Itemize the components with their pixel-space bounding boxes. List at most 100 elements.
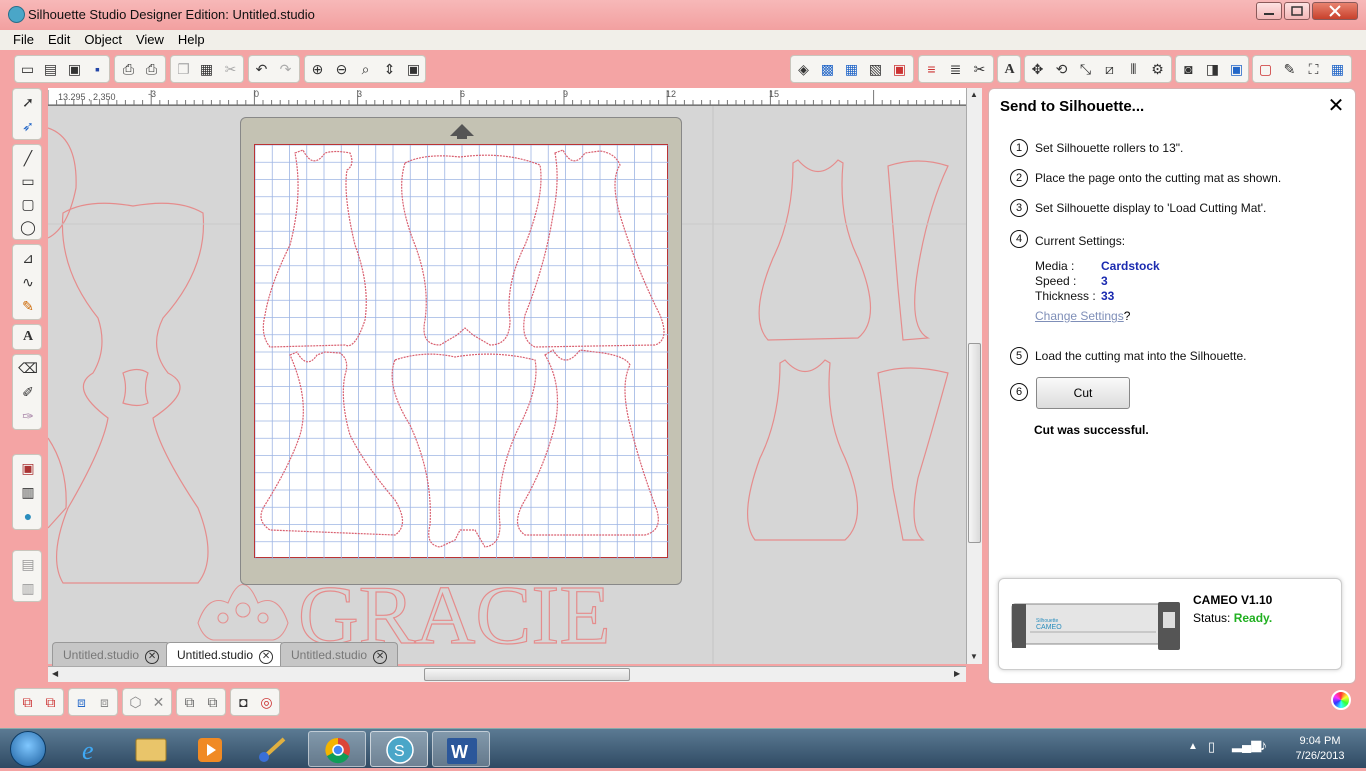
sketch-icon[interactable]: ✎ [1280, 60, 1299, 79]
move-icon[interactable]: ✥ [1028, 60, 1047, 79]
page-tool-icon[interactable]: ▣ [18, 458, 38, 478]
rounded-rect-tool-icon[interactable]: ▢ [18, 194, 38, 214]
vertical-scrollbar[interactable]: ▲ ▼ [966, 88, 982, 664]
maximize-button[interactable] [1284, 2, 1310, 20]
shear-icon[interactable]: ⧄ [1100, 60, 1119, 79]
minimize-button[interactable] [1256, 2, 1282, 20]
open-file-icon[interactable]: ▤ [41, 60, 60, 79]
zoom-select-icon[interactable]: ⌕ [356, 60, 375, 79]
page-setup-icon[interactable]: ▢ [1256, 60, 1275, 79]
close-tab-icon[interactable]: ✕ [259, 650, 274, 664]
menu-view[interactable]: View [129, 30, 171, 49]
vertical-scroll-thumb[interactable] [968, 343, 981, 543]
line-tool-icon[interactable]: ╱ [18, 148, 38, 168]
split-view-icon[interactable]: ▤ [18, 554, 38, 574]
grid-icon[interactable]: ▦ [1328, 60, 1347, 79]
menu-file[interactable]: File [6, 30, 41, 49]
curve-tool-icon[interactable]: ∿ [18, 272, 38, 292]
cut-style-icon[interactable]: ▣ [890, 60, 909, 79]
new-file-icon[interactable]: ▭ [18, 60, 37, 79]
save-sd-icon[interactable]: ▪ [88, 60, 107, 79]
redo-icon[interactable]: ↷ [276, 60, 295, 79]
show-hidden-icons[interactable]: ▲ [1188, 741, 1198, 752]
bring-front-icon[interactable]: ⧉ [180, 693, 199, 712]
library-icon[interactable]: ◨ [1203, 60, 1222, 79]
line-color-icon[interactable]: ≡ [922, 60, 941, 79]
menu-edit[interactable]: Edit [41, 30, 77, 49]
horizontal-scroll-thumb[interactable] [424, 668, 630, 681]
scroll-up-icon[interactable]: ▲ [970, 90, 978, 99]
print-cut-icon[interactable]: ⎙ [142, 60, 161, 79]
cut-settings-icon[interactable]: ✂ [970, 60, 989, 79]
cut-page[interactable] [254, 144, 669, 559]
zoom-in-icon[interactable]: ⊕ [308, 60, 327, 79]
color-wheel-icon[interactable] [1331, 690, 1351, 710]
cut-send-icon[interactable]: ▣ [1227, 60, 1246, 79]
menu-object[interactable]: Object [77, 30, 129, 49]
fill-pattern-icon[interactable]: ▦ [842, 60, 861, 79]
close-panel-icon[interactable]: ✕ [1326, 96, 1346, 116]
fullscreen-icon[interactable]: ⛶ [1304, 60, 1323, 79]
save-icon[interactable]: ▣ [65, 60, 84, 79]
replicate-icon[interactable]: ⚙ [1148, 60, 1167, 79]
silhouette-taskbar-icon[interactable]: S [370, 731, 428, 767]
volume-icon[interactable]: ♪ [1260, 737, 1267, 753]
network-icon[interactable]: ▂▄▆ [1232, 737, 1261, 753]
pan-icon[interactable]: ⇕ [380, 60, 399, 79]
point-edit-icon[interactable]: ➶ [18, 116, 38, 136]
chrome-taskbar-icon[interactable] [308, 731, 366, 767]
trace-icon[interactable]: ◎ [257, 693, 276, 712]
text-tool-icon[interactable]: A [18, 327, 38, 347]
close-window-button[interactable] [1312, 2, 1358, 20]
document-tab-active[interactable]: Untitled.studio ✕ [166, 642, 285, 666]
undo-icon[interactable]: ↶ [252, 60, 271, 79]
paste-icon[interactable]: ▦ [197, 60, 216, 79]
menu-help[interactable]: Help [171, 30, 212, 49]
ellipse-tool-icon[interactable]: ◯ [18, 217, 38, 237]
knife-icon[interactable]: ✐ [18, 382, 38, 402]
media-player-taskbar-icon[interactable] [182, 731, 240, 767]
horizontal-scrollbar[interactable]: ◀ ▶ [48, 666, 966, 682]
fill-gradient-icon[interactable]: ▩ [818, 60, 837, 79]
copy-icon[interactable]: ❐ [174, 60, 193, 79]
rotate-icon[interactable]: ⟲ [1052, 60, 1071, 79]
library-book-icon[interactable]: ▥ [18, 482, 38, 502]
split-view-2-icon[interactable]: ▥ [18, 578, 38, 598]
change-settings-link[interactable]: Change Settings [1035, 309, 1124, 323]
scale-icon[interactable]: ⤡ [1076, 60, 1095, 79]
system-clock[interactable]: 9:04 PM 7/26/2013 [1286, 734, 1354, 764]
fit-page-icon[interactable]: ▣ [404, 60, 423, 79]
line-style-icon[interactable]: ▧ [866, 60, 885, 79]
rectangle-tool-icon[interactable]: ▭ [18, 171, 38, 191]
polygon-tool-icon[interactable]: ⊿ [18, 248, 38, 268]
cut-scissors-icon[interactable]: ✂ [221, 60, 240, 79]
paint-taskbar-icon[interactable] [244, 731, 302, 767]
eraser-icon[interactable]: ⌫ [18, 358, 38, 378]
explorer-taskbar-icon[interactable] [122, 731, 180, 767]
align-icon[interactable]: ⫴ [1124, 60, 1143, 79]
offset-icon[interactable]: ◘ [234, 693, 253, 712]
scroll-right-icon[interactable]: ▶ [954, 669, 960, 678]
document-tab[interactable]: Untitled.studio ✕ [280, 642, 399, 666]
line-weight-icon[interactable]: ≣ [946, 60, 965, 79]
weld-icon[interactable]: ⬡ [126, 693, 145, 712]
device-tray-icon[interactable]: ▯ [1208, 739, 1215, 755]
select-arrow-icon[interactable]: ➚ [18, 92, 38, 112]
close-tab-icon[interactable]: ✕ [373, 650, 388, 664]
send-back-icon[interactable]: ⧉ [203, 693, 222, 712]
group-icon[interactable]: ⧉ [18, 693, 37, 712]
scroll-down-icon[interactable]: ▼ [970, 652, 978, 661]
word-taskbar-icon[interactable]: W [432, 731, 490, 767]
scroll-left-icon[interactable]: ◀ [52, 669, 58, 678]
text-style-icon[interactable]: A [1000, 60, 1019, 79]
zoom-out-icon[interactable]: ⊖ [332, 60, 351, 79]
delete-icon[interactable]: ✕ [149, 693, 168, 712]
ie-taskbar-icon[interactable]: e [66, 731, 124, 767]
fill-color-icon[interactable]: ◈ [794, 60, 813, 79]
start-button[interactable] [10, 731, 46, 767]
close-tab-icon[interactable]: ✕ [145, 650, 160, 664]
store-icon[interactable]: ◙ [1179, 60, 1198, 79]
silhouette-store-icon[interactable]: ● [18, 506, 38, 526]
release-compound-icon[interactable]: ⧈ [95, 693, 114, 712]
ungroup-icon[interactable]: ⧉ [41, 693, 60, 712]
